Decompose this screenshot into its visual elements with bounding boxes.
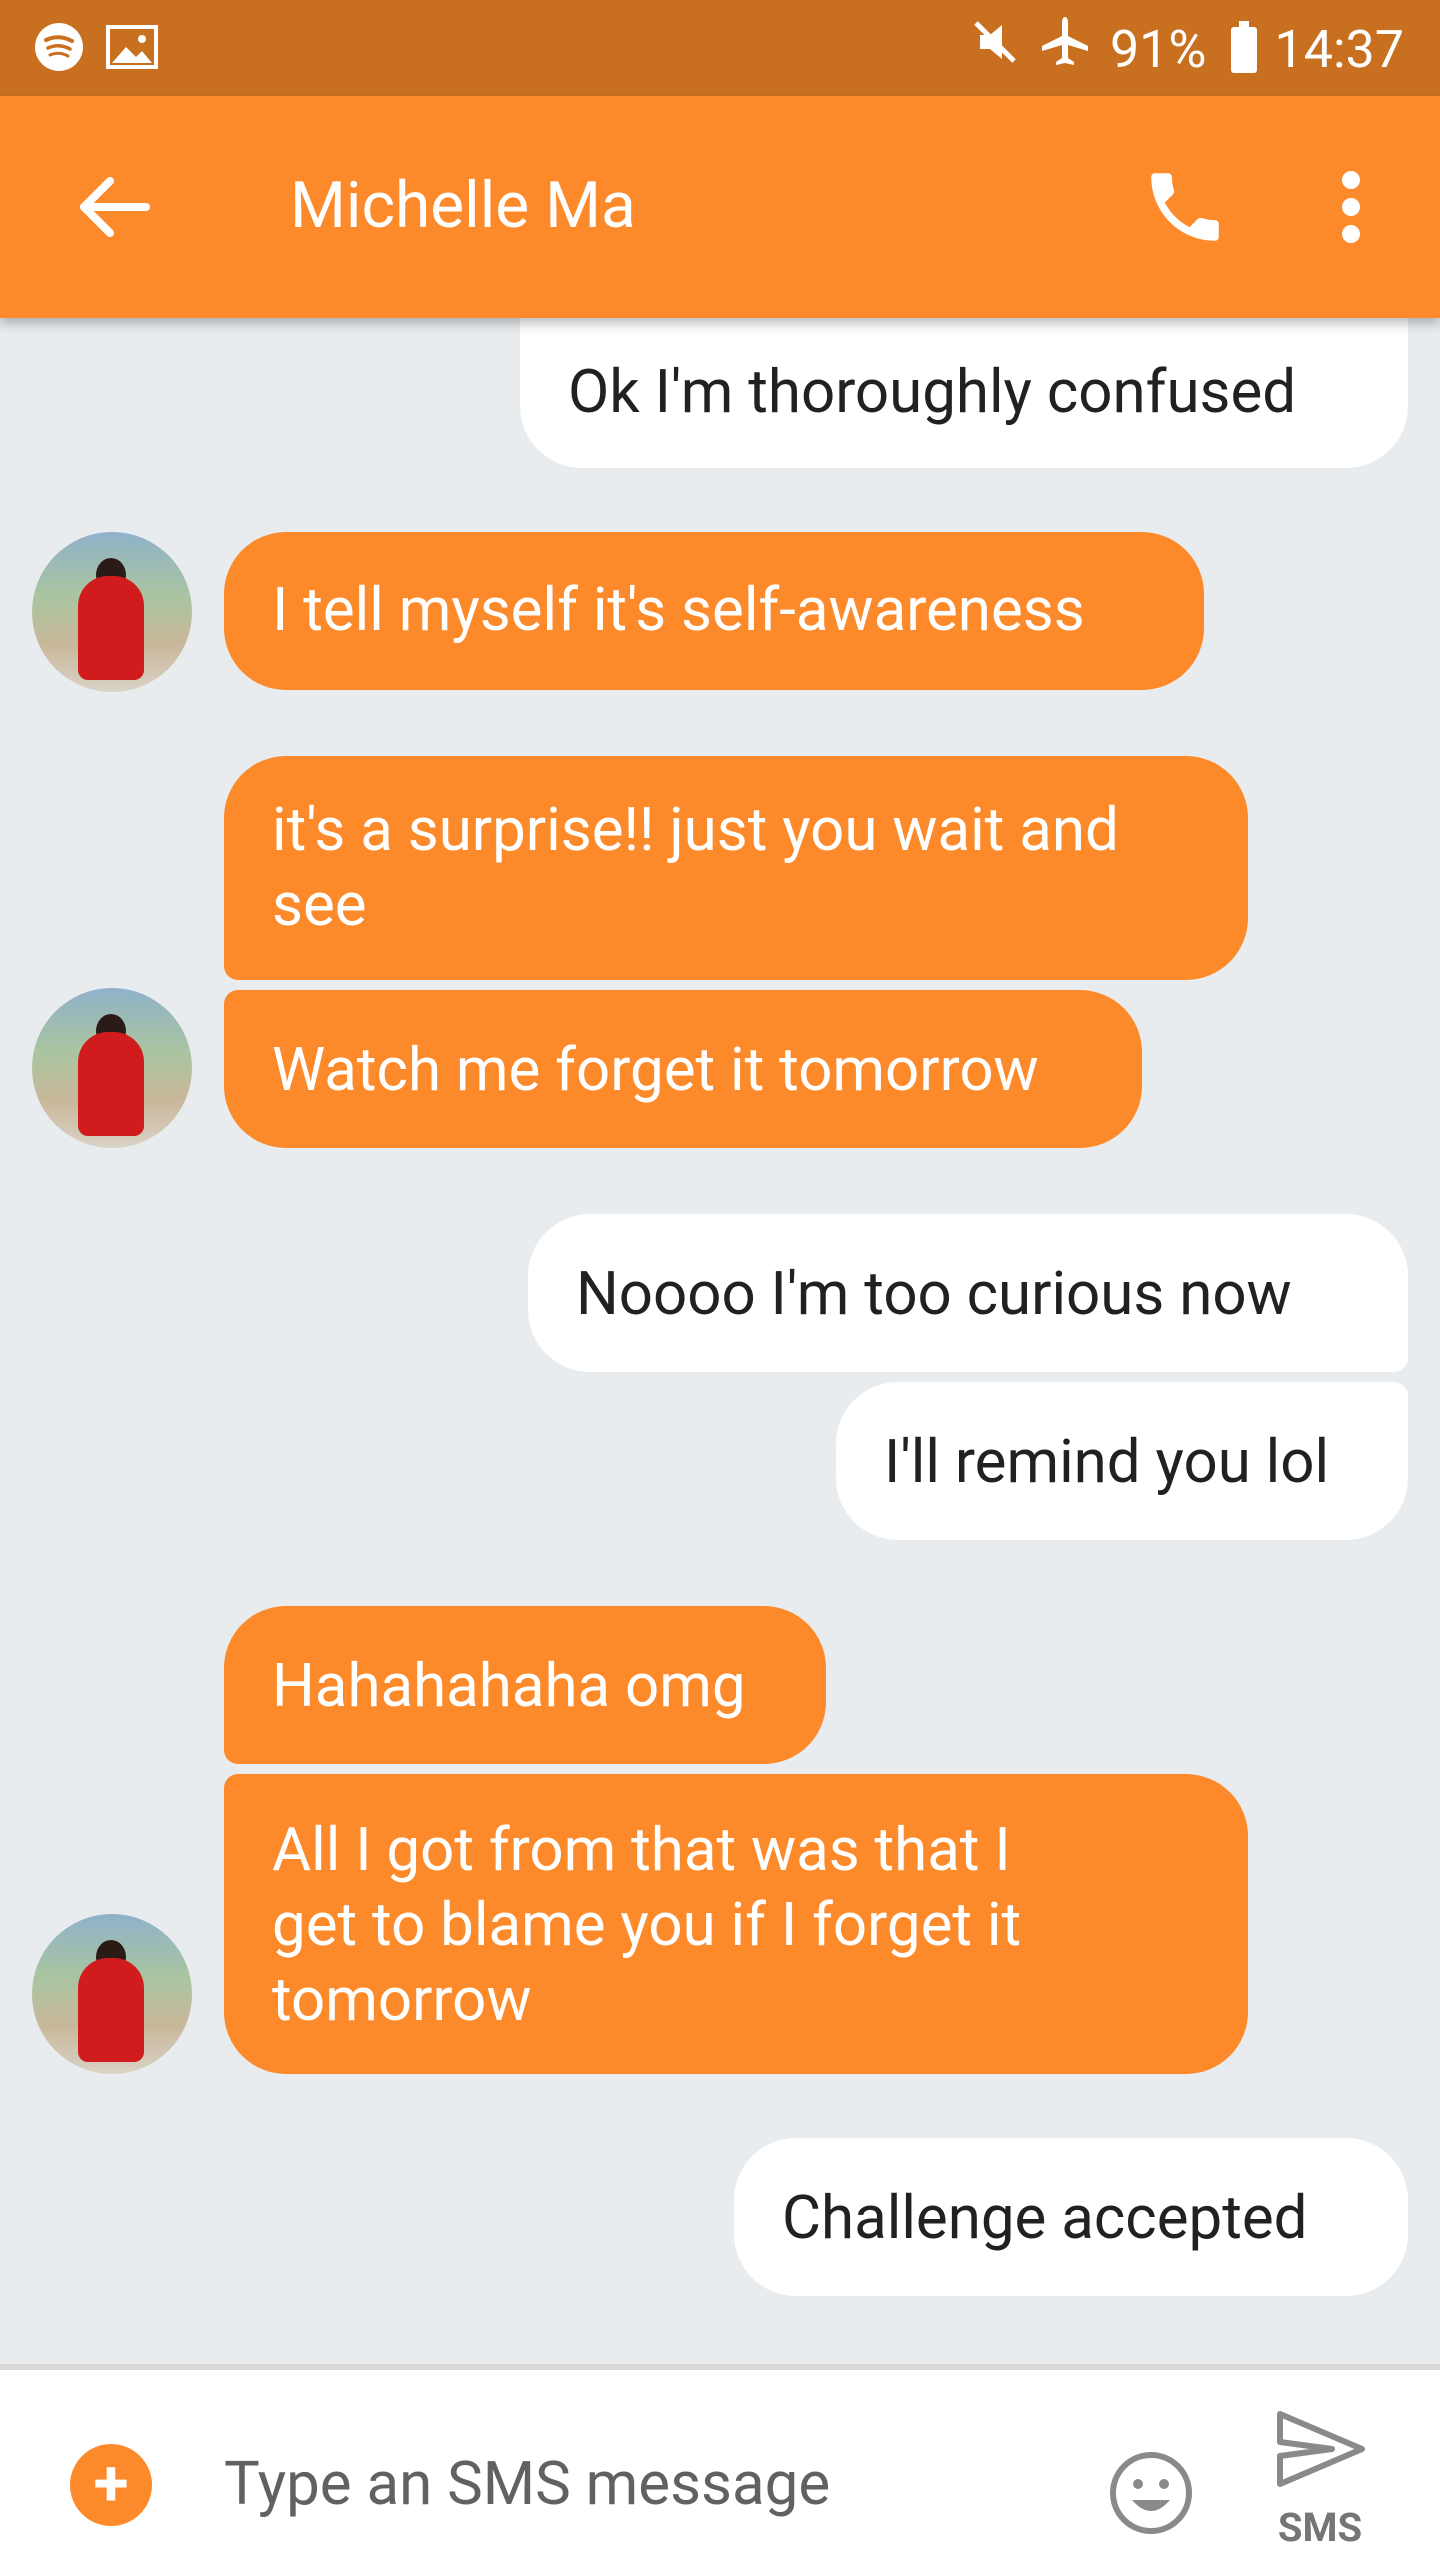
message-text: Hahahahaha omg [272, 1650, 746, 1721]
emoji-icon [1110, 2452, 1192, 2534]
battery-icon [1230, 21, 1257, 73]
message-text: Watch me forget it tomorrow [272, 1034, 1039, 1105]
airplane-icon [1038, 14, 1092, 86]
phone-icon [1151, 173, 1219, 241]
clock: 14:37 [1274, 19, 1405, 80]
status-bar-notifications [34, 22, 158, 76]
message-text: Noooo I'm too curious now [576, 1258, 1292, 1329]
battery-percent: 91% [1109, 19, 1207, 80]
image-icon [106, 25, 158, 73]
app-bar: Michelle Ma [0, 96, 1440, 318]
contact-name: Michelle Ma [290, 168, 636, 243]
add-attachment-button[interactable]: + [70, 2444, 152, 2526]
more-vert-icon [1342, 171, 1360, 243]
message-outgoing[interactable]: Noooo I'm too curious now [528, 1214, 1408, 1372]
status-bar: 91% 14:37 [0, 0, 1440, 96]
message-incoming[interactable]: Watch me forget it tomorrow [224, 990, 1142, 1148]
message-composer: + SMS [0, 2364, 1440, 2566]
back-arrow-icon [80, 177, 150, 237]
message-outgoing[interactable]: Challenge accepted [734, 2138, 1408, 2296]
send-icon [1277, 2411, 1365, 2487]
contact-avatar[interactable] [32, 532, 192, 692]
message-incoming[interactable]: Hahahahaha omg [224, 1606, 826, 1764]
message-text: it's a surprise!! just you wait and see [272, 794, 1119, 940]
mute-icon [970, 15, 1020, 85]
message-text: Ok I'm thoroughly confused [568, 356, 1297, 427]
message-text: I tell myself it's self-awareness [272, 574, 1085, 645]
message-text: I'll remind you lol [884, 1426, 1330, 1497]
call-button[interactable] [1140, 162, 1230, 252]
message-incoming[interactable]: it's a surprise!! just you wait and see [224, 756, 1248, 980]
message-text: Challenge accepted [782, 2182, 1308, 2253]
message-incoming[interactable]: I tell myself it's self-awareness [224, 532, 1204, 690]
add-icon: + [93, 2446, 129, 2521]
status-bar-system: 91% 14:37 [970, 14, 1404, 86]
back-button[interactable] [70, 162, 160, 252]
send-button[interactable]: SMS [1270, 2404, 1370, 2551]
spotify-icon [34, 22, 84, 76]
more-options-button[interactable] [1316, 162, 1386, 252]
contact-avatar[interactable] [32, 988, 192, 1148]
sms-input[interactable] [224, 2428, 1044, 2538]
contact-avatar[interactable] [32, 1914, 192, 2074]
message-outgoing[interactable]: I'll remind you lol [836, 1382, 1408, 1540]
emoji-button[interactable] [1108, 2450, 1194, 2536]
message-incoming[interactable]: All I got from that was that I get to bl… [224, 1774, 1248, 2074]
message-text: All I got from that was that I get to bl… [272, 1814, 1022, 2035]
send-label: SMS [1277, 2504, 1363, 2551]
